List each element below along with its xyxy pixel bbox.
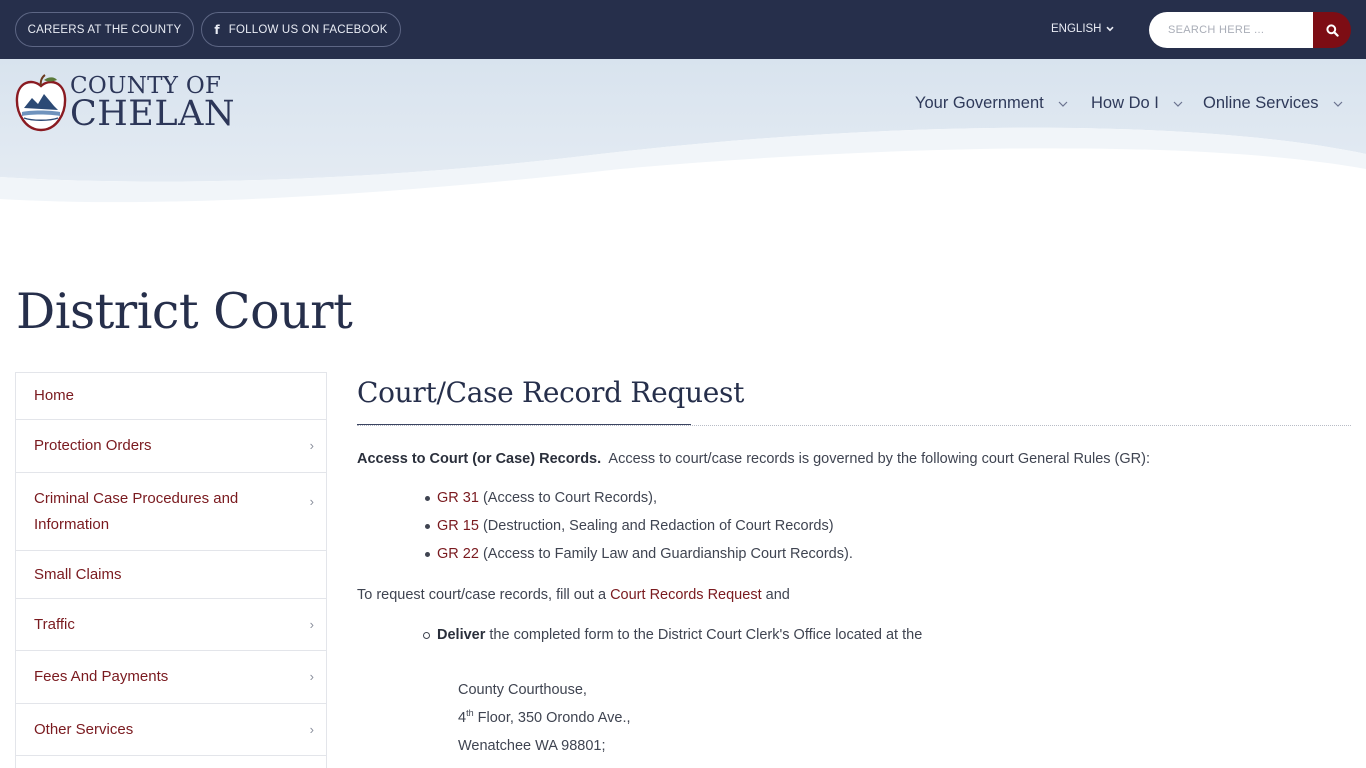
intro-paragraph: Access to Court (or Case) Records. Acces… bbox=[357, 451, 1150, 467]
court-records-request-link[interactable]: Court Records Request bbox=[610, 587, 762, 603]
site-header: COUNTY OF CHELAN Your Government How Do … bbox=[0, 59, 1366, 219]
search-input[interactable] bbox=[1149, 12, 1313, 48]
intro-text: Access to court/case records is governed… bbox=[608, 451, 1150, 467]
chevron-down-icon bbox=[1058, 101, 1068, 107]
section-title: Court/Case Record Request bbox=[357, 376, 745, 409]
bullet bbox=[425, 524, 430, 529]
sidebar-item-label: Traffic bbox=[34, 615, 75, 633]
sidebar-item-label: Criminal Case Procedures and Information bbox=[34, 489, 239, 533]
rule-item: GR 15 (Destruction, Sealing and Redactio… bbox=[437, 518, 834, 534]
nav-label: Your Government bbox=[915, 94, 1044, 112]
apple-seal-icon bbox=[15, 74, 67, 132]
sidebar-menu: Home Protection Orders › Criminal Case P… bbox=[15, 372, 327, 768]
sidebar-item-label: Protection Orders bbox=[34, 437, 152, 454]
gr15-link[interactable]: GR 15 bbox=[437, 518, 479, 534]
search-button[interactable] bbox=[1313, 12, 1351, 48]
request-and: and bbox=[765, 587, 790, 603]
rule-text: (Access to Family Law and Guardianship C… bbox=[482, 546, 853, 562]
facebook-icon: f bbox=[214, 22, 220, 37]
rule-item: GR 31 (Access to Court Records), bbox=[437, 490, 657, 506]
deliver-bold: Deliver bbox=[437, 627, 486, 643]
search-icon bbox=[1325, 23, 1339, 37]
logo-text: COUNTY OF CHELAN bbox=[70, 75, 235, 132]
sidebar-item-home[interactable]: Home bbox=[16, 373, 326, 420]
bullet bbox=[425, 552, 430, 557]
chevron-right-icon: › bbox=[309, 721, 314, 737]
gr22-link[interactable]: GR 22 bbox=[437, 546, 479, 562]
county-logo[interactable]: COUNTY OF CHELAN bbox=[14, 73, 235, 135]
careers-button[interactable]: CAREERS AT THE COUNTY bbox=[15, 12, 194, 47]
chevron-right-icon: › bbox=[309, 494, 314, 509]
facebook-label: FOLLOW US ON FACEBOOK bbox=[228, 23, 388, 36]
address-line2: 4th Floor, 350 Orondo Ave., bbox=[458, 708, 631, 726]
deliver-text: the completed form to the District Court… bbox=[489, 627, 923, 643]
nav-your-government[interactable]: Your Government bbox=[915, 94, 1068, 113]
sidebar-item-small-claims[interactable]: Small Claims bbox=[16, 551, 326, 599]
language-label: ENGLISH bbox=[1051, 23, 1102, 35]
request-paragraph: To request court/case records, fill out … bbox=[357, 587, 790, 603]
chevron-down-icon bbox=[1333, 101, 1342, 107]
gr31-link[interactable]: GR 31 bbox=[437, 490, 479, 506]
sidebar-item-protection-orders[interactable]: Protection Orders › bbox=[16, 420, 326, 473]
nav-label: How Do I bbox=[1091, 94, 1159, 112]
chevron-right-icon: › bbox=[309, 438, 314, 453]
facebook-button[interactable]: f FOLLOW US ON FACEBOOK bbox=[201, 12, 401, 47]
title-underline bbox=[357, 424, 691, 425]
address-line3: Wenatchee WA 98801; bbox=[458, 738, 606, 754]
bullet bbox=[423, 632, 430, 639]
floor-number: 4 bbox=[458, 710, 467, 726]
logo-line2: CHELAN bbox=[70, 94, 235, 134]
nav-how-do-i[interactable]: How Do I bbox=[1091, 94, 1183, 113]
title-divider bbox=[357, 425, 1351, 426]
sidebar-item-traffic[interactable]: Traffic › bbox=[16, 599, 326, 651]
chevron-down-icon bbox=[1105, 26, 1114, 32]
sidebar-item-label: Fees And Payments bbox=[34, 668, 169, 685]
language-selector[interactable]: ENGLISH bbox=[1051, 23, 1114, 35]
request-text: To request court/case records, fill out … bbox=[357, 587, 607, 603]
intro-bold: Access to Court (or Case) Records. bbox=[357, 451, 602, 467]
floor-suffix: th bbox=[466, 708, 474, 719]
chevron-down-icon bbox=[1173, 101, 1183, 107]
nav-online-services[interactable]: Online Services bbox=[1203, 94, 1343, 113]
sidebar-item-other-services[interactable]: Other Services › bbox=[16, 704, 326, 756]
top-bar: CAREERS AT THE COUNTY f FOLLOW US ON FAC… bbox=[0, 0, 1366, 59]
rule-text: (Destruction, Sealing and Redaction of C… bbox=[482, 518, 834, 534]
careers-label: CAREERS AT THE COUNTY bbox=[27, 23, 182, 36]
address-line1: County Courthouse, bbox=[458, 682, 587, 698]
sidebar-item-fees-payments[interactable]: Fees And Payments › bbox=[16, 651, 326, 704]
nav-label: Online Services bbox=[1203, 94, 1319, 112]
floor-rest: Floor, 350 Orondo Ave., bbox=[477, 710, 631, 726]
chevron-right-icon: › bbox=[309, 616, 314, 632]
rule-text: (Access to Court Records), bbox=[482, 490, 658, 506]
rule-item: GR 22 (Access to Family Law and Guardian… bbox=[437, 546, 853, 562]
sidebar-item-label: Small Claims bbox=[34, 565, 122, 583]
page-title: District Court bbox=[16, 283, 353, 340]
chevron-right-icon: › bbox=[309, 669, 314, 684]
bullet bbox=[425, 496, 430, 501]
sidebar-item-label: Home bbox=[34, 387, 75, 404]
sidebar-item-criminal-case[interactable]: Criminal Case Procedures and Information… bbox=[16, 473, 326, 551]
sidebar-item-label: Other Services bbox=[34, 720, 134, 738]
deliver-item: Deliver the completed form to the Distri… bbox=[437, 627, 922, 643]
